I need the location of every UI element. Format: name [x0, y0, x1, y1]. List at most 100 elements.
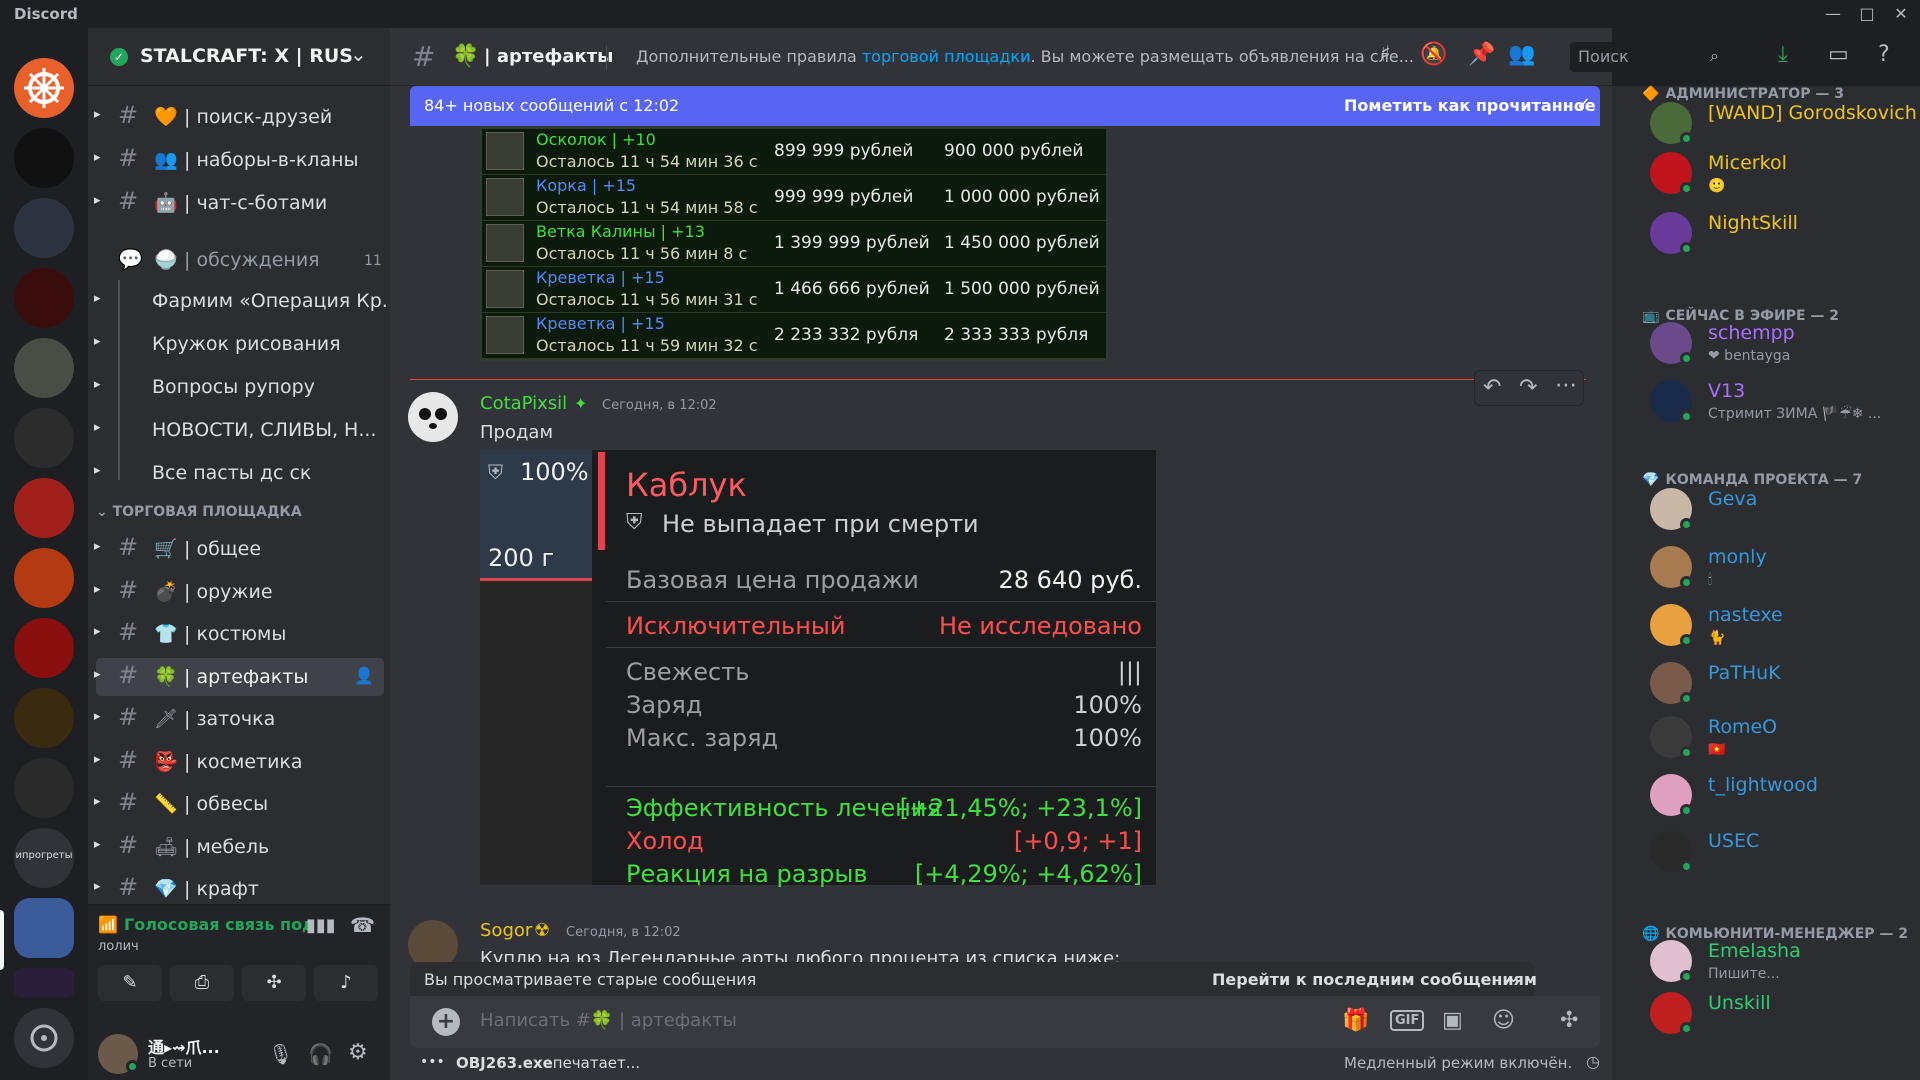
emoji-icon[interactable]: ☺ — [1492, 1008, 1515, 1033]
channel-item[interactable]: ▸ # 👕 | костюмы — [94, 615, 384, 653]
pin-icon[interactable]: 📌 — [1468, 42, 1495, 67]
channel-item[interactable]: ▸ # 🛒 | общее — [94, 530, 384, 568]
disconnect-icon[interactable]: ☎ — [350, 913, 375, 937]
channel-item-active[interactable]: ▸ # 🍀 | артефакты 👤 — [94, 657, 384, 696]
discover-servers-button[interactable] — [14, 1008, 74, 1068]
thread-item[interactable]: ▸ Все пасты дс ск — [94, 455, 384, 491]
member-item[interactable]: monly 🕯 — [1640, 540, 1910, 596]
forum-channel[interactable]: 💬 🍚 | обсуждения 11 — [96, 241, 384, 279]
member-item[interactable]: PaTHuK — [1640, 656, 1910, 712]
server-icon[interactable] — [14, 758, 74, 818]
server-icon[interactable] — [14, 478, 74, 538]
message-author[interactable]: CotaPixsil — [480, 393, 567, 414]
minimize-button[interactable]: — — [1818, 3, 1848, 25]
server-icon-active[interactable] — [14, 898, 74, 958]
more-icon[interactable]: ⋯ — [1555, 373, 1577, 398]
member-status: 🇻🇳 — [1708, 742, 1726, 758]
server-folder[interactable]: ипрогреты — [14, 828, 74, 888]
server-icon[interactable] — [14, 968, 74, 998]
apps-icon[interactable]: ✣ — [1560, 1008, 1578, 1033]
download-icon[interactable]: ⤓ — [1778, 42, 1788, 67]
inbox-icon[interactable]: ▭ — [1828, 42, 1849, 67]
channel-item[interactable]: ▸ # 📏 | обвесы — [94, 785, 384, 823]
header-divider — [606, 46, 607, 70]
gift-icon[interactable]: 🎁 — [1342, 1008, 1369, 1033]
search-input[interactable]: Поиск ⌕ — [1570, 42, 1734, 72]
server-icon[interactable] — [14, 58, 74, 118]
member-item[interactable]: Unskill — [1640, 986, 1910, 1042]
help-icon[interactable]: ? — [1878, 42, 1890, 67]
sticker-icon[interactable]: ▣ — [1442, 1008, 1463, 1033]
active-server-pill — [0, 910, 4, 970]
camera-off-icon: ✎ — [122, 972, 138, 993]
server-icon[interactable] — [14, 128, 74, 188]
message-composer[interactable]: + Написать #🍀 | артефакты 🎁 GIF ▣ ☺ ✣ — [410, 996, 1600, 1048]
member-item[interactable]: RomeO 🇻🇳 — [1640, 710, 1910, 766]
channel-emoji: 👥 — [154, 149, 178, 171]
headphones-icon[interactable]: 🎧 — [308, 1042, 333, 1066]
item-card-image[interactable]: ⛨ 100% 200 г Каблук ⛨ Не выпадает при см… — [480, 450, 1156, 888]
forward-icon[interactable]: ↷ — [1519, 375, 1537, 400]
server-icon[interactable] — [14, 268, 74, 328]
channel-item[interactable]: ▸ # 👥 | наборы-в-кланы — [94, 141, 384, 179]
member-item[interactable]: nastexe 🐈 — [1640, 598, 1910, 654]
thread-item[interactable]: ▸ Кружок рисования — [94, 326, 384, 362]
member-item[interactable]: USEC — [1640, 824, 1910, 880]
thread-item[interactable]: ▸ Фармим «Операция Кр... — [94, 283, 400, 319]
camera-off-button[interactable]: ✎ — [98, 965, 162, 1001]
avatar[interactable] — [408, 392, 458, 442]
member-item[interactable]: V13 Стримит ЗИМА 🏴☔❄ ... — [1640, 374, 1910, 430]
voice-title: Голосовая связь под — [124, 915, 315, 934]
reply-icon[interactable]: ↶ — [1483, 375, 1501, 400]
threads-icon[interactable]: ♯ — [1380, 42, 1391, 67]
chevron-right-icon: ▸ — [94, 666, 101, 682]
member-item[interactable]: t_lightwood — [1640, 768, 1910, 824]
channel-topic[interactable]: Дополнительные правила торговой площадки… — [636, 47, 1414, 66]
server-icon[interactable] — [14, 618, 74, 678]
add-attachment-icon[interactable]: + — [432, 1008, 460, 1036]
user-status: В сети — [148, 1056, 193, 1071]
mute-bell-icon[interactable]: 🔕 — [1420, 42, 1447, 67]
server-icon[interactable] — [14, 198, 74, 258]
server-icon[interactable] — [14, 338, 74, 398]
server-icon[interactable] — [14, 688, 74, 748]
member-item[interactable]: Geva — [1640, 482, 1910, 538]
add-member-icon[interactable]: 👤 — [354, 666, 374, 685]
message-author[interactable]: Sogor — [480, 920, 532, 941]
channel-item[interactable]: ▸ # 🗡 | заточка — [94, 700, 384, 738]
status-icon — [1680, 132, 1693, 145]
channel-item[interactable]: ▸ # 👺 | косметика — [94, 743, 384, 781]
channel-item[interactable]: ▸ # 💣 | оружие — [94, 573, 384, 611]
jump-latest-button[interactable]: Перейти к последним сообщениям — [1212, 970, 1537, 989]
close-window-button[interactable]: ✕ — [1886, 3, 1916, 25]
gif-button[interactable]: GIF — [1390, 1010, 1425, 1031]
activities-button[interactable]: ✣ — [242, 965, 306, 1001]
trade-table-image[interactable]: Осколок | +10 Осталось 11 ч 54 мин 36 с 89… — [480, 127, 1108, 361]
maximize-button[interactable]: □ — [1852, 3, 1882, 25]
mark-read-button[interactable]: Пометить как прочитанное — [1344, 96, 1596, 115]
server-icon[interactable] — [14, 408, 74, 468]
mic-icon[interactable]: 🎙 — [268, 1042, 293, 1066]
chevron-right-icon: ▸ — [94, 581, 101, 597]
member-item[interactable]: NightSkill — [1640, 206, 1910, 262]
member-item[interactable]: [WAND] Gorodskovich — [1640, 96, 1917, 152]
category-trade[interactable]: ⌄ ТОРГОВАЯ ПЛОЩАДКА — [96, 504, 302, 520]
soundboard-button[interactable]: ♪ — [314, 965, 378, 1001]
screen-share-button[interactable]: ⎙ — [170, 965, 234, 1001]
member-item[interactable]: Micerkol 🙂 — [1640, 146, 1910, 202]
server-icon[interactable] — [14, 548, 74, 608]
channel-item[interactable]: ▸ # 🧡 | поиск-друзей — [94, 98, 384, 136]
topic-link[interactable]: торговой площадки — [862, 47, 1031, 66]
channel-item[interactable]: ▸ # 🤖 | чат-с-ботами — [94, 184, 384, 222]
member-item[interactable]: schempp ❤ bentayga — [1640, 316, 1910, 372]
noise-suppression-icon[interactable]: ▮▮▮ — [306, 915, 336, 936]
member-list-icon[interactable]: 👥 — [1508, 42, 1535, 67]
thread-item[interactable]: ▸ Вопросы рупору — [94, 369, 384, 405]
channel-item[interactable]: ▸ # 💎 | крафт — [94, 870, 384, 908]
thread-item[interactable]: ▸ НОВОСТИ, СЛИВЫ, Н... — [94, 412, 384, 448]
gear-icon[interactable]: ⚙ — [348, 1040, 368, 1065]
channel-item[interactable]: ▸ # 🛋 | мебель — [94, 828, 384, 866]
member-item[interactable]: Emelasha Пишите... — [1640, 934, 1910, 990]
new-messages-banner[interactable]: 84+ новых сообщений с 12:02 Пометить как… — [410, 86, 1600, 126]
server-header[interactable]: ✓ STALCRAFT: X | RUS ⌄ — [88, 28, 390, 86]
